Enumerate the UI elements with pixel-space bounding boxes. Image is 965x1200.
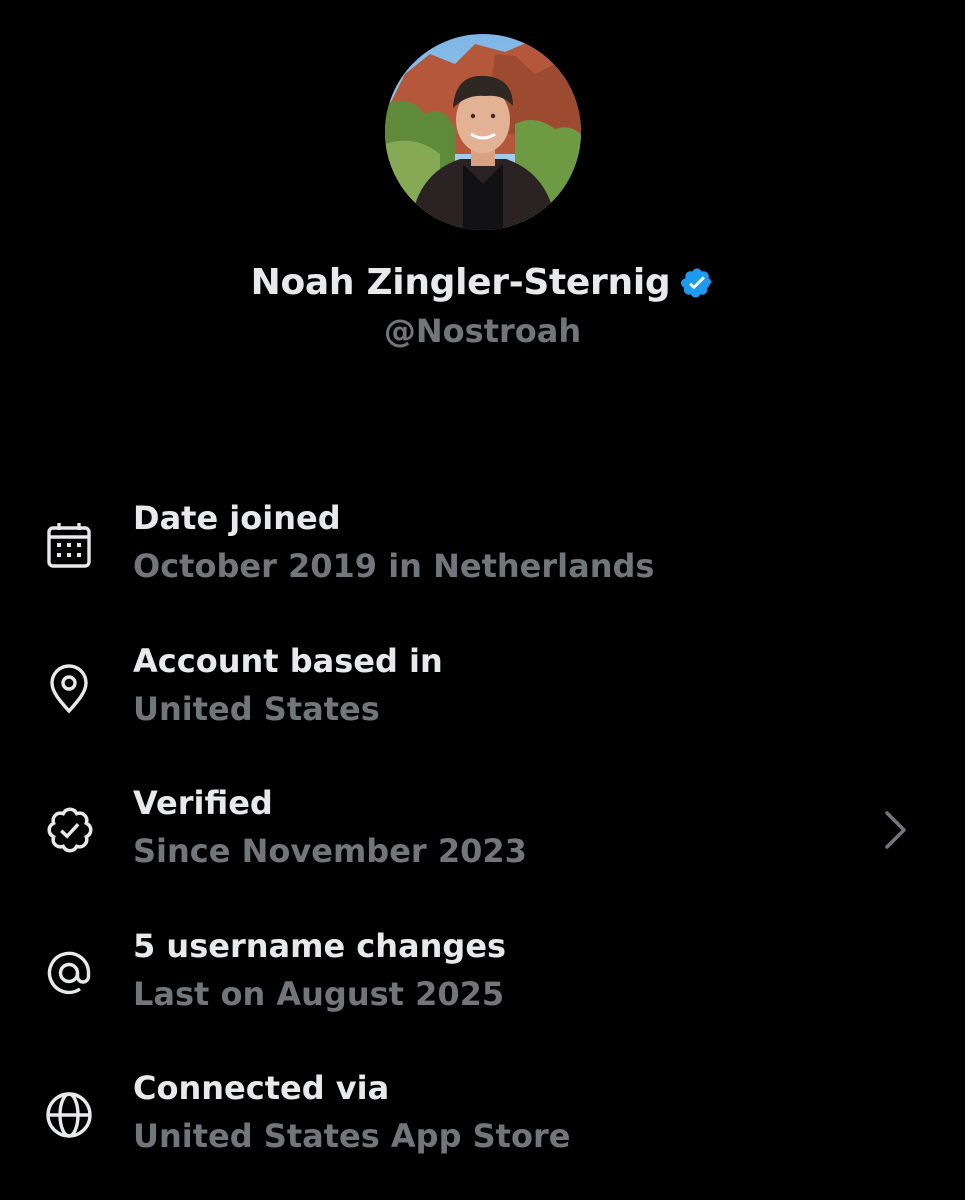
info-title: Account based in	[133, 641, 443, 680]
info-subtitle: Last on August 2025	[133, 974, 505, 1013]
info-item-verified[interactable]: Verified Since November 2023	[0, 771, 965, 914]
info-text: Verified Since November 2023	[133, 781, 527, 877]
info-subtitle: United States App Store	[133, 1117, 571, 1155]
verified-badge-icon[interactable]	[680, 266, 714, 300]
info-text: Date joined October 2019 in Netherlands	[133, 496, 654, 592]
info-title: 5 username changes	[133, 926, 507, 965]
info-subtitle: Since November 2023	[133, 832, 527, 870]
calendar-icon	[40, 516, 98, 574]
info-title: Connected via	[133, 1069, 390, 1107]
info-text: Account based in United States	[133, 639, 443, 735]
about-account-list: Date joined October 2019 in Netherlands …	[0, 486, 965, 1199]
avatar[interactable]	[385, 34, 581, 230]
info-text: Connected via United States App Store	[133, 1066, 570, 1162]
verified-check-icon	[40, 801, 98, 859]
info-item-connected-via: Connected via United States App Store	[0, 1056, 965, 1199]
info-subtitle: October 2019 in Netherlands	[133, 547, 655, 585]
info-item-date-joined: Date joined October 2019 in Netherlands	[0, 486, 965, 629]
info-item-account-based-in: Account based in United States	[0, 629, 965, 772]
display-name: Noah Zingler-Sternig	[250, 262, 671, 303]
name-row: Noah Zingler-Sternig	[0, 262, 965, 303]
info-subtitle: United States	[133, 689, 380, 728]
globe-icon	[40, 1086, 98, 1144]
info-title: Verified	[133, 784, 273, 822]
at-sign-icon	[40, 944, 98, 1002]
info-text: 5 username changes Last on August 2025	[133, 924, 506, 1020]
location-pin-icon	[40, 659, 98, 717]
chevron-right-icon[interactable]	[875, 805, 915, 855]
info-item-username-changes: 5 username changes Last on August 2025	[0, 914, 965, 1057]
username-handle: @Nostroah	[383, 312, 582, 350]
info-title: Date joined	[133, 499, 341, 537]
